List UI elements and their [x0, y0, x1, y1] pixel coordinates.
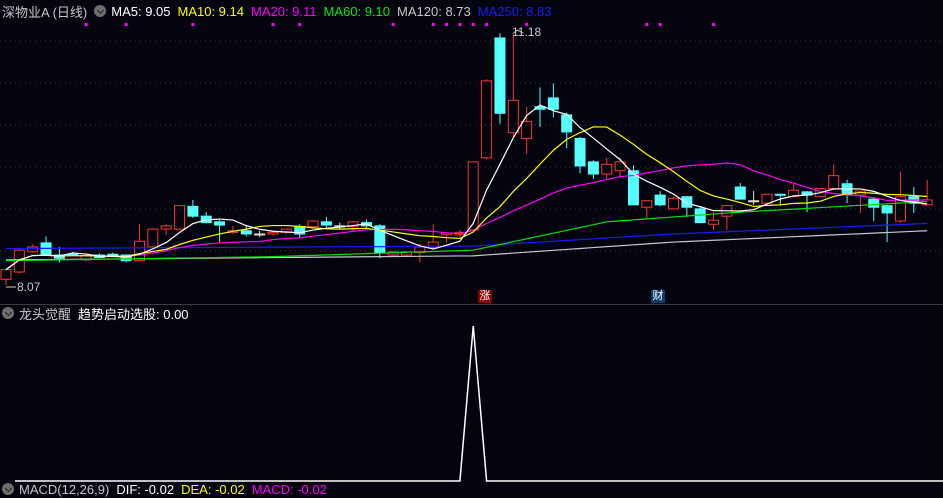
high-price-label: 11.18 [512, 25, 542, 39]
candle-up [641, 200, 653, 208]
candle-down [187, 205, 199, 217]
ma5-label: MA5: 9.05 [111, 3, 171, 19]
candle-doji [748, 200, 760, 203]
signal-dot [445, 23, 449, 26]
candle-doji [254, 233, 266, 236]
kline-chart[interactable] [0, 0, 943, 490]
candle-down [654, 194, 666, 206]
macd-dif: DIF: -0.02 [116, 481, 175, 497]
candle-up [708, 219, 720, 225]
candle-up [267, 231, 279, 235]
low-price-label: 8.07 [17, 280, 41, 294]
candle-down [574, 137, 586, 167]
candle-up [761, 193, 773, 204]
signal-dot [191, 23, 195, 26]
chevron-down-icon[interactable] [2, 483, 14, 495]
candle-up [507, 99, 519, 134]
candle-down [734, 186, 746, 200]
signal-dot [271, 23, 275, 26]
signal-dot [391, 23, 395, 26]
indicator-name: 龙头觉醒 [19, 306, 72, 322]
candle-up [27, 246, 39, 253]
candle-down [67, 253, 79, 256]
candle-up [601, 163, 613, 175]
ma60-label: MA60: 9.10 [323, 3, 391, 19]
signal-dot [471, 23, 475, 26]
candle-down [547, 97, 559, 110]
indicator-line [15, 325, 943, 482]
signal-dot [712, 23, 716, 26]
macd-header: MACD(12,26,9) DIF: -0.02 DEA: -0.02 MACD… [2, 480, 334, 498]
marker-cai[interactable]: 财 [651, 290, 665, 303]
candle-up [521, 120, 533, 139]
ma20-label: MA20: 9.11 [251, 3, 317, 19]
candle-down [240, 230, 252, 235]
ma250-label: MA250: 8.83 [477, 3, 552, 19]
candle-down [494, 37, 506, 114]
macd-name: MACD(12,26,9) [19, 481, 110, 497]
candle-up [174, 205, 186, 230]
candle-up [160, 225, 172, 230]
indicator-header: 龙头觉醒 趋势启动选股: 0.00 [2, 304, 196, 322]
candle-down [868, 198, 880, 208]
macd-value: MACD: -0.02 [251, 481, 327, 497]
signal-dot [485, 23, 489, 26]
signal-dot [124, 23, 128, 26]
candle-down [881, 205, 893, 214]
candle-up [0, 269, 12, 280]
signal-dot [458, 23, 462, 26]
candle-down [774, 193, 786, 196]
candle-down [320, 221, 332, 226]
signal-dot [431, 23, 435, 26]
candle-up [668, 197, 679, 210]
candle-up [467, 161, 479, 231]
main-chart-header: 深物业A (日线) MA5: 9.05 MA10: 9.14 MA20: 9.1… [2, 2, 558, 20]
candle-up [828, 175, 840, 190]
signal-dot [84, 23, 88, 26]
signal-dot [645, 23, 649, 26]
macd-dea: DEA: -0.02 [181, 481, 245, 497]
indicator-value: 趋势启动选股: 0.00 [78, 306, 189, 322]
ma10-label: MA10: 9.14 [177, 3, 245, 19]
marker-zhang[interactable]: 涨 [478, 290, 492, 303]
signal-dot [658, 23, 662, 26]
candle-down [681, 196, 693, 208]
candle-down [587, 161, 599, 175]
signal-dot [298, 23, 302, 26]
chevron-down-icon[interactable] [2, 307, 14, 319]
candle-down [214, 221, 226, 226]
candle-up [481, 80, 493, 159]
ma120-label: MA120: 8.73 [397, 3, 471, 19]
candle-up [307, 220, 319, 228]
candle-up [147, 228, 159, 248]
stock-title: 深物业A (日线) [2, 4, 88, 20]
chevron-down-icon[interactable] [94, 5, 107, 17]
